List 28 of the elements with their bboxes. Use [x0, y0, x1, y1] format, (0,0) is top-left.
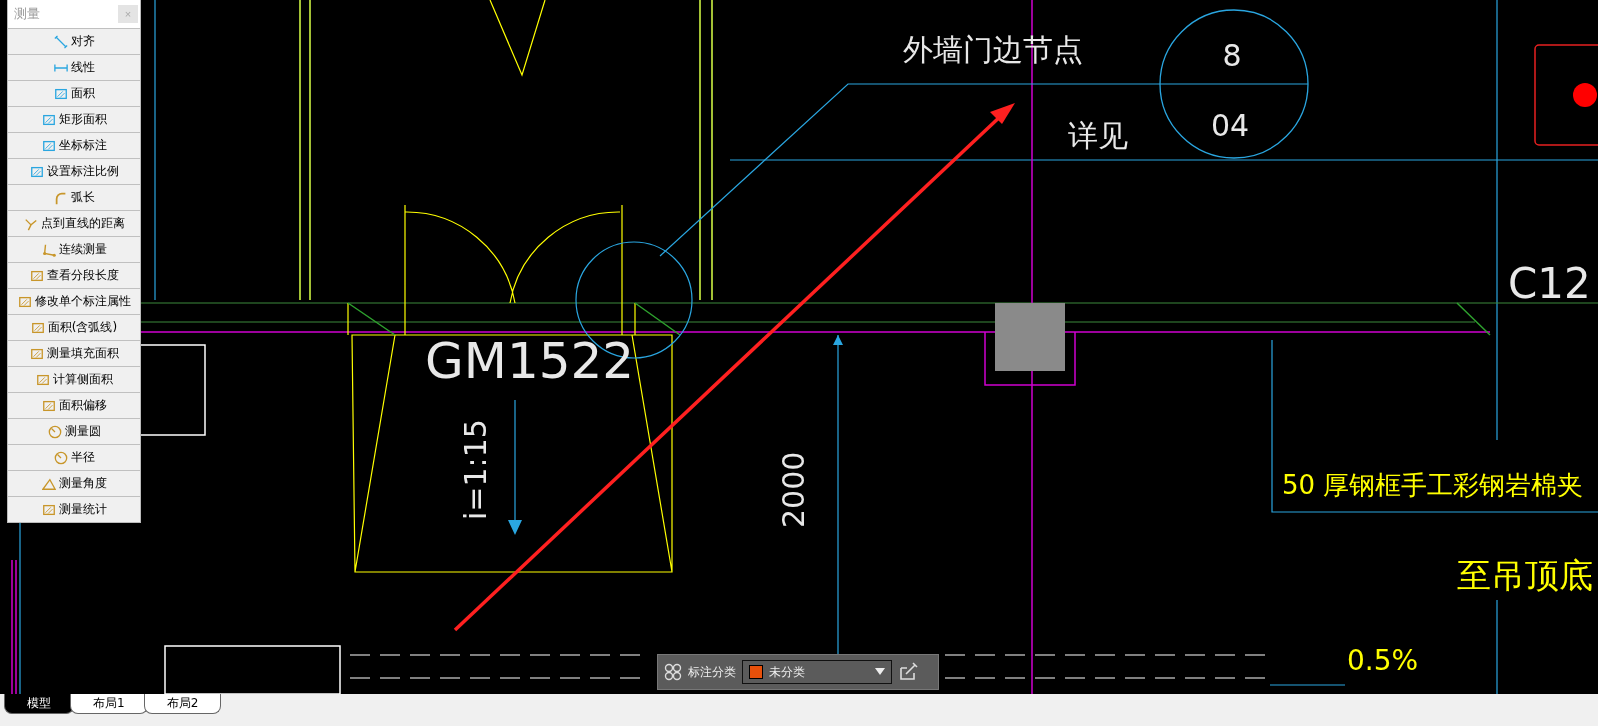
drawing-text: 04 — [1210, 108, 1250, 143]
align-icon — [53, 34, 68, 49]
drawing-text: 详见 — [1068, 118, 1128, 153]
polyline-icon — [41, 242, 56, 257]
category-dropdown[interactable]: 未分类 — [742, 660, 892, 684]
panel-title: 测量 — [14, 5, 40, 23]
layout-tab[interactable]: 布局2 — [143, 694, 222, 714]
layout-tab[interactable]: 模型 — [4, 694, 74, 714]
arc-icon — [53, 190, 68, 205]
area-icon — [53, 86, 68, 101]
radius-icon — [53, 450, 68, 465]
drawing-text: 0.5% — [1347, 644, 1419, 677]
rectangle-area-icon — [41, 112, 56, 127]
category-label: 标注分类 — [688, 663, 736, 681]
drawing-text: i=1:15 — [458, 419, 493, 520]
drawing-text: 2000 — [776, 451, 811, 528]
drawing-text: C12 — [1508, 259, 1591, 308]
point-line-icon — [23, 216, 38, 231]
layout-tab[interactable]: 布局1 — [70, 694, 148, 714]
drawing-text: GM1522 — [425, 332, 635, 390]
drawing-text: 8 — [1222, 38, 1242, 73]
drawing-text: 50 厚钢框手工彩钢岩棉夹 — [1282, 470, 1584, 500]
drawing-text: 至吊顶底 — [1457, 555, 1593, 595]
hatched-shape-icon — [29, 346, 44, 361]
caret-icon — [875, 668, 885, 676]
hatched-area-icon — [30, 320, 45, 335]
angle-icon — [41, 476, 56, 491]
grid-icon[interactable] — [664, 663, 682, 681]
